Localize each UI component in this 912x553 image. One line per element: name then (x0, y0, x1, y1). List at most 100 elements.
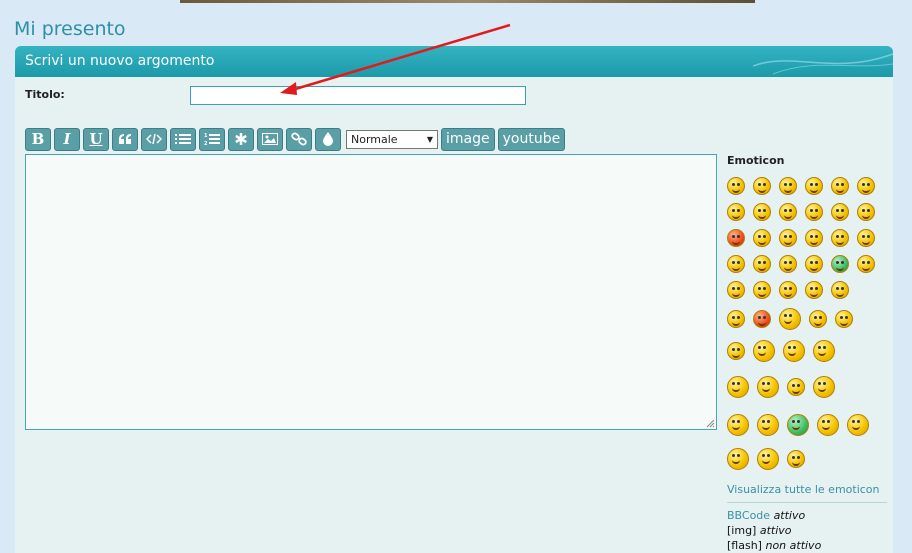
pirate-smiley-icon[interactable] (757, 376, 779, 398)
kiss-smiley-icon[interactable] (787, 450, 805, 468)
italic-button-label: I (63, 130, 71, 148)
police-smiley-icon[interactable] (813, 340, 835, 362)
sad-smiley-icon[interactable] (727, 310, 745, 328)
panel-header-title: Scrivi un nuovo argomento (25, 53, 215, 69)
image-button[interactable]: image (441, 127, 495, 151)
cool-smiley-icon[interactable] (779, 203, 797, 221)
numbered-list-button[interactable]: 12 (199, 127, 225, 151)
mad-smiley-icon[interactable] (831, 203, 849, 221)
flash-status: [flash] non attivo (727, 539, 887, 553)
link-icon (291, 132, 307, 146)
razz-smiley-icon[interactable] (857, 203, 875, 221)
emoticon-row (727, 251, 887, 277)
emoticon-panel: Emoticon Visualizza tutte le emoticon BB… (727, 154, 887, 553)
list-icon (175, 134, 191, 144)
nurse-smiley-icon[interactable] (817, 414, 839, 436)
list-item-button[interactable] (228, 127, 254, 151)
evil-smiley-icon[interactable] (779, 229, 797, 247)
redface-smiley-icon[interactable] (727, 229, 745, 247)
bold-button-label: B (31, 130, 45, 148)
emoticon-row (727, 173, 887, 199)
confused-smiley-icon[interactable] (753, 203, 771, 221)
grin-smiley-icon[interactable] (779, 177, 797, 195)
emoticon-row (727, 199, 887, 225)
sailor-smiley-icon[interactable] (779, 308, 801, 330)
emoticon-row (727, 367, 887, 407)
italic-button[interactable]: I (54, 127, 80, 151)
blink-smiley-icon[interactable] (809, 310, 827, 328)
page-title[interactable]: Mi presento (14, 18, 126, 40)
quote-icon (119, 134, 131, 144)
uber-geek-smiley-icon[interactable] (727, 281, 745, 299)
lol-smiley-icon[interactable] (805, 203, 823, 221)
youtube-button[interactable]: youtube (497, 127, 566, 151)
wink-smiley-icon[interactable] (779, 281, 797, 299)
title-input[interactable] (190, 86, 526, 105)
bbcode-status: BBCode attivo (727, 509, 887, 523)
sleepy-smiley-icon[interactable] (831, 281, 849, 299)
font-size-select[interactable]: Normale ▼ (346, 129, 438, 149)
bbcode-link[interactable]: BBCode (727, 509, 770, 522)
emoticon-row (727, 225, 887, 251)
panel-header: Scrivi un nuovo argomento (15, 46, 893, 77)
emoticon-row (727, 407, 887, 443)
resize-grip-icon[interactable] (705, 418, 715, 428)
builder-smiley-icon[interactable] (847, 414, 869, 436)
quote-button[interactable] (112, 127, 138, 151)
arrow-up-smiley-icon[interactable] (727, 177, 745, 195)
thumbs-up-smiley-icon[interactable] (727, 376, 749, 398)
bold-button[interactable]: B (25, 127, 51, 151)
twisted-smiley-icon[interactable] (805, 229, 823, 247)
color-drop-icon (323, 132, 333, 146)
neutral-smiley-icon[interactable] (805, 255, 823, 273)
worried-smiley-icon[interactable] (835, 310, 853, 328)
svg-text:2: 2 (204, 141, 208, 146)
teeth-smiley-icon[interactable] (805, 281, 823, 299)
chef-smiley-icon[interactable] (813, 376, 835, 398)
hmm-smiley-icon[interactable] (787, 378, 805, 396)
code-button[interactable] (141, 127, 167, 151)
geek-smiley-icon[interactable] (857, 255, 875, 273)
img-label: [img] (727, 524, 757, 537)
queen-smiley-icon[interactable] (757, 414, 779, 436)
laugh-smiley-icon[interactable] (753, 177, 771, 195)
smile-smiley-icon[interactable] (805, 177, 823, 195)
header-banner-strip (180, 0, 755, 3)
emoticon-row (727, 443, 887, 475)
exclaim-smiley-icon[interactable] (857, 229, 875, 247)
jester-smiley-icon[interactable] (757, 448, 779, 470)
message-textarea[interactable] (25, 154, 717, 430)
font-size-selected: Normale (351, 132, 398, 146)
angry-smiley-icon[interactable] (753, 310, 771, 328)
underline-button[interactable]: U (83, 127, 109, 151)
insert-link-button[interactable] (286, 127, 312, 151)
emoticon-row (727, 303, 887, 335)
scared-smiley-icon[interactable] (727, 448, 749, 470)
idea-smiley-icon[interactable] (753, 255, 771, 273)
numbered-list-icon: 12 (204, 133, 220, 146)
surprised-smiley-icon[interactable] (857, 177, 875, 195)
arrow-smiley-icon[interactable] (779, 255, 797, 273)
svg-text:1: 1 (204, 133, 208, 139)
mrgreen-smiley-icon[interactable] (831, 255, 849, 273)
emoticon-row (727, 277, 887, 303)
angel-smiley-icon[interactable] (727, 414, 749, 436)
flash-label: [flash] (727, 539, 762, 552)
cry-smiley-icon[interactable] (753, 229, 771, 247)
question-smiley-icon[interactable] (727, 255, 745, 273)
new-topic-panel: Scrivi un nuovo argomento Titolo: B I U … (15, 46, 893, 553)
eek-smiley-icon[interactable] (831, 177, 849, 195)
doctor-smiley-icon[interactable] (787, 414, 809, 436)
list-button[interactable] (170, 127, 196, 151)
cowboy-smiley-icon[interactable] (783, 340, 805, 362)
color-button[interactable] (315, 127, 341, 151)
happy-smiley-icon[interactable] (753, 281, 771, 299)
blush-smiley-icon[interactable] (727, 342, 745, 360)
flash-state: non attivo (765, 539, 822, 552)
sunglasses-smiley-icon[interactable] (753, 340, 775, 362)
show-all-emoticons-link[interactable]: Visualizza tutte le emoticon (727, 483, 887, 503)
insert-image-button[interactable] (257, 127, 283, 151)
rolleyes-smiley-icon[interactable] (831, 229, 849, 247)
shocked-smiley-icon[interactable] (727, 203, 745, 221)
decorative-swirl-icon (753, 53, 893, 75)
